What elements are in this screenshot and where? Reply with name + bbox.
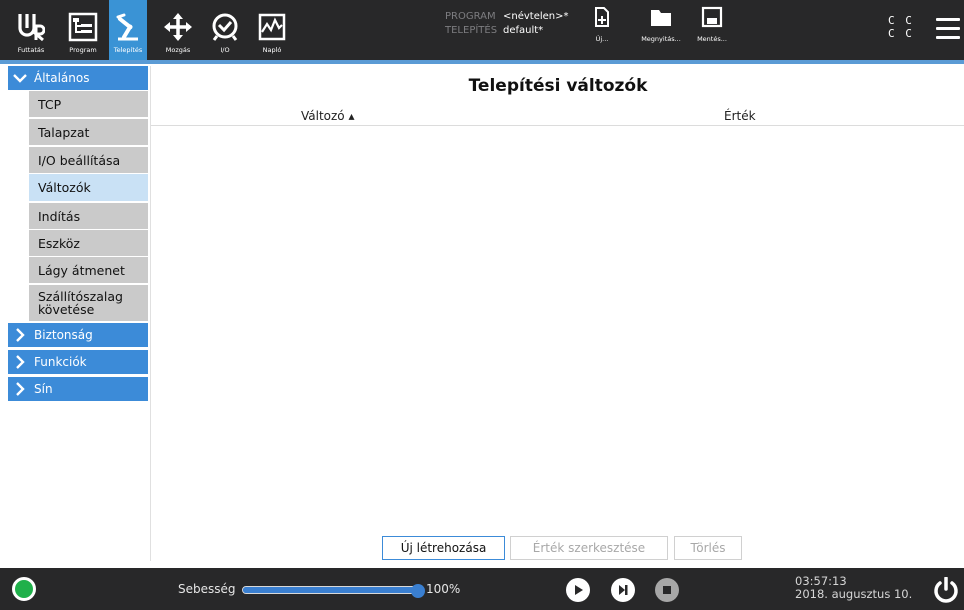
- clock-date: 2018. augusztus 10.: [795, 587, 913, 601]
- installation-name: default*: [503, 25, 544, 36]
- variables-table-body: [151, 127, 964, 527]
- chevron-right-icon: [16, 382, 25, 396]
- sidebar-item-label-line2: követése: [38, 302, 95, 317]
- variables-table-header: Változó ▴ Érték: [151, 106, 964, 126]
- sidebar-section-label: Funkciók: [34, 355, 87, 369]
- speed-label: Sebesség: [178, 582, 236, 596]
- control-indicator: C C C C: [888, 14, 914, 40]
- nav-io[interactable]: I/O: [205, 0, 245, 60]
- chevron-down-icon: [13, 74, 27, 83]
- installation-key: TELEPÍTÉS: [445, 25, 498, 36]
- play-icon: [575, 585, 583, 595]
- chevron-right-icon: [16, 355, 25, 369]
- chevron-right-icon: [16, 328, 25, 342]
- sidebar-item-label: Változók: [38, 180, 91, 195]
- sidebar-item-label: Indítás: [38, 208, 81, 224]
- sidebar-item-tcp[interactable]: TCP: [29, 91, 148, 118]
- sidebar-item-conveyor-tracking[interactable]: Szállítószalag követése: [29, 285, 148, 322]
- bottom-bar: Sebesség 100% 03:57:13 2018. augusztus 1…: [0, 568, 964, 610]
- io-icon: [210, 9, 240, 45]
- sidebar-item-label: Talapzat: [38, 124, 90, 140]
- delete-button[interactable]: Törlés: [674, 536, 742, 560]
- column-header-variable[interactable]: Változó ▴: [301, 109, 355, 123]
- nav-installation[interactable]: Telepítés: [109, 0, 147, 60]
- create-new-button[interactable]: Új létrehozása: [382, 536, 505, 560]
- stop-icon: [663, 586, 671, 594]
- sidebar: Általános TCP Talapzat I/O beállítása Vá…: [8, 66, 148, 561]
- ur-logo-icon: [17, 9, 45, 45]
- sidebar-item-label: Lágy átmenet: [38, 262, 125, 278]
- program-tree-icon: [68, 9, 98, 45]
- sidebar-section-label: Sín: [34, 382, 53, 396]
- nav-log[interactable]: Napló: [252, 0, 292, 60]
- main-panel: Telepítési változók Változó ▴ Érték Új l…: [150, 66, 964, 561]
- program-name: <névtelen>*: [503, 11, 569, 22]
- stop-button[interactable]: [655, 578, 679, 602]
- sidebar-item-startup[interactable]: Indítás: [29, 203, 148, 230]
- speed-value: 100%: [426, 582, 461, 596]
- sidebar-section-general[interactable]: Általános: [8, 66, 148, 90]
- play-button[interactable]: [566, 578, 590, 602]
- sidebar-item-io-setup[interactable]: I/O beállítása: [29, 147, 148, 174]
- sidebar-item-mounting[interactable]: Talapzat: [29, 119, 148, 146]
- nav-program-label: Program: [69, 46, 97, 54]
- sidebar-item-label: I/O beállítása: [38, 152, 121, 168]
- new-file-button[interactable]: Új...: [591, 6, 613, 43]
- save-label: Mentés...: [697, 35, 727, 43]
- sidebar-item-label: TCP: [38, 96, 62, 112]
- save-button[interactable]: Mentés...: [693, 6, 731, 43]
- robot-status-indicator[interactable]: [12, 577, 36, 601]
- step-button[interactable]: [611, 578, 635, 602]
- sidebar-section-label: Biztonság: [34, 328, 93, 342]
- sidebar-section-label: Általános: [34, 71, 90, 85]
- sidebar-item-variables[interactable]: Változók: [29, 174, 148, 202]
- edit-value-button[interactable]: Érték szerkesztése: [510, 536, 668, 560]
- speed-slider-handle[interactable]: [411, 584, 425, 598]
- nav-io-label: I/O: [220, 46, 230, 54]
- log-chart-icon: [257, 9, 287, 45]
- sidebar-item-label: Eszköz: [38, 235, 80, 251]
- program-info: PROGRAM <névtelen>* TELEPÍTÉS default*: [445, 10, 569, 38]
- new-file-label: Új...: [595, 35, 609, 43]
- open-label: Megnyitás...: [641, 35, 681, 43]
- nav-installation-label: Telepítés: [113, 46, 143, 54]
- cc-top: C C: [888, 14, 914, 27]
- save-icon: [701, 6, 723, 32]
- power-icon[interactable]: [932, 576, 960, 603]
- clock: 03:57:13 2018. augusztus 10.: [795, 575, 912, 601]
- header-accent-line: [0, 60, 964, 64]
- step-icon: [619, 585, 628, 595]
- open-button[interactable]: Megnyitás...: [634, 6, 688, 43]
- sidebar-section-features[interactable]: Funkciók: [8, 350, 148, 374]
- speed-slider[interactable]: [242, 586, 418, 594]
- sidebar-item-smooth-transition[interactable]: Lágy átmenet: [29, 257, 148, 284]
- nav-log-label: Napló: [262, 46, 282, 54]
- speed-slider-fill: [243, 587, 417, 593]
- nav-program[interactable]: Program: [60, 0, 106, 60]
- top-bar: Futtatás Program Telepítés Mozgás I/O Na…: [0, 0, 964, 64]
- nav-run-label: Futtatás: [17, 46, 45, 54]
- nav-move[interactable]: Mozgás: [158, 0, 198, 60]
- new-file-icon: [594, 6, 610, 32]
- cc-bottom: C C: [888, 27, 914, 40]
- nav-run[interactable]: Futtatás: [6, 0, 56, 60]
- nav-move-label: Mozgás: [165, 46, 191, 54]
- program-key: PROGRAM: [445, 11, 496, 22]
- folder-icon: [649, 6, 673, 32]
- sidebar-section-safety[interactable]: Biztonság: [8, 323, 148, 347]
- sidebar-item-tool[interactable]: Eszköz: [29, 230, 148, 257]
- column-header-value[interactable]: Érték: [724, 109, 756, 123]
- page-title: Telepítési változók: [468, 76, 648, 96]
- installation-arm-icon: [114, 9, 142, 45]
- hamburger-menu-icon[interactable]: [936, 18, 960, 40]
- move-arrows-icon: [163, 9, 193, 45]
- sidebar-section-rail[interactable]: Sín: [8, 377, 148, 401]
